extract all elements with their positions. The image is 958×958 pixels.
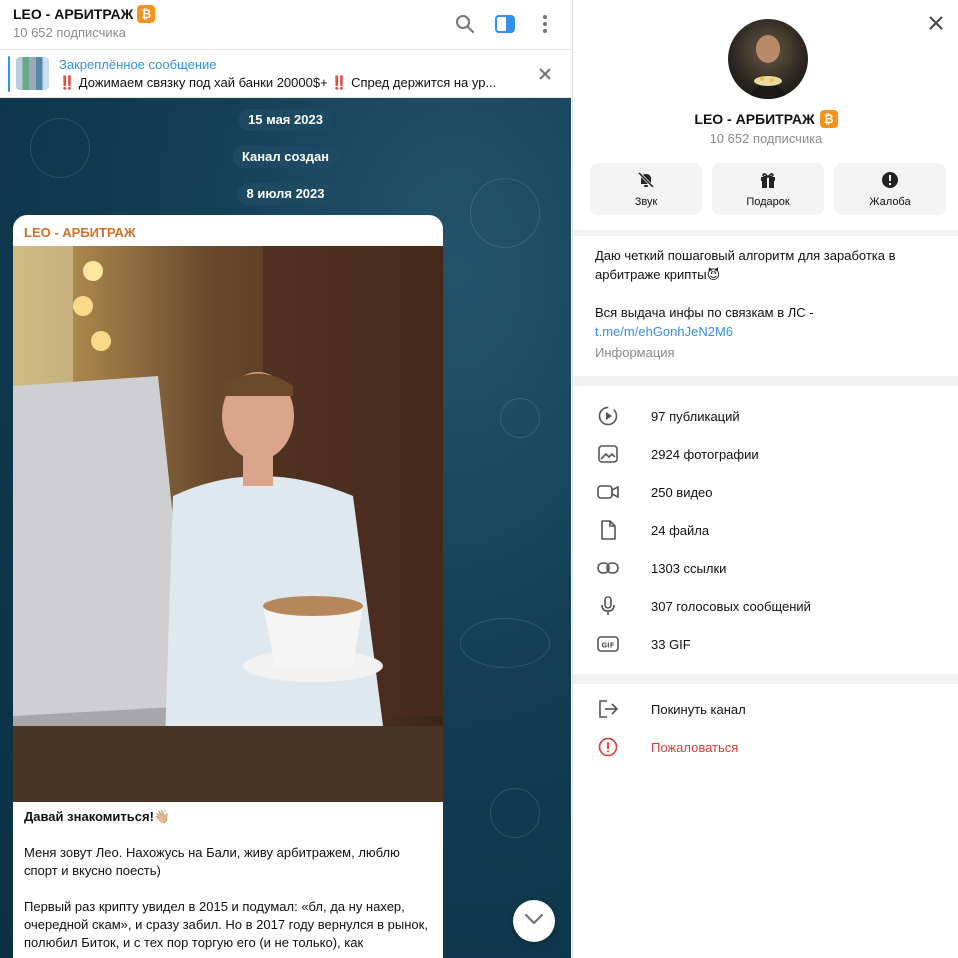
about-caption: Информация [595,345,675,360]
video-icon [597,481,619,503]
pinned-text: ‼️ Дожимаем связку под хай банки 20000$+… [59,75,497,90]
media-stats-card: 97 публикаций 2924 фотографии 250 видео … [573,386,958,674]
stat-photos[interactable]: 2924 фотографии [573,435,958,473]
channel-title-text: LEO - АРБИТРАЖ [13,6,134,22]
sidebar-toggle-icon[interactable] [493,12,517,36]
posts-icon [597,405,619,427]
service-message-channel-created: Канал создан [231,146,340,168]
stat-label: 33 GIF [651,636,691,652]
chat-subscribers: 10 652 подписчика [13,25,126,40]
chat-pane: LEO - АРБИТРАЖ ₿ 10 652 подписчика Закре… [0,0,571,958]
about-description: Даю четкий пошаговый алгоритм для зарабо… [595,248,896,282]
file-icon [597,519,619,541]
report-channel-button[interactable]: Пожаловаться [573,728,958,766]
about-contact: Вся выдача инфы по связкам в ЛС - [595,305,814,320]
exit-icon [597,698,619,720]
mic-icon [597,595,619,617]
leave-channel-button[interactable]: Покинуть канал [573,690,958,728]
leave-channel-label: Покинуть канал [651,701,746,717]
about-card: Даю четкий пошаговый алгоритм для зарабо… [573,236,958,376]
stat-label: 1303 ссылки [651,560,727,576]
message-paragraph: Меня зовут Лео. Нахожусь на Бали, живу а… [24,845,400,878]
warning-icon [597,736,619,758]
message-text: Давай знакомиться!👋🏼 Меня зовут Лео. Нах… [24,808,434,958]
more-menu-icon[interactable] [533,12,557,36]
stat-posts[interactable]: 97 публикаций [573,397,958,435]
message-heading: Давай знакомиться!👋🏼 [24,809,171,824]
photo-icon [597,443,619,465]
date-separator: 8 июля 2023 [236,183,335,205]
gift-label: Подарок [746,195,790,208]
chat-header[interactable]: LEO - АРБИТРАЖ ₿ 10 652 подписчика [0,0,571,50]
message-author[interactable]: LEO - АРБИТРАЖ [24,225,136,240]
date-separator: 15 мая 2023 [238,109,333,131]
background-doodle [500,398,540,438]
pinned-indicator [8,56,10,92]
background-doodle [460,618,550,668]
svg-text:GIF: GIF [601,642,614,650]
pinned-thumbnail [16,57,49,90]
chevron-down-icon [524,912,544,930]
report-action-button[interactable]: Жалоба [834,163,946,215]
close-icon[interactable] [925,12,947,34]
mute-label: Звук [634,195,658,208]
channel-actions-card: Покинуть канал Пожаловаться [573,684,958,958]
alert-icon [881,171,899,192]
report-label: Жалоба [869,195,911,208]
profile-header-card: LEO - АРБИТРАЖ ₿ 10 652 подписчика Звук … [573,0,958,230]
link-icon [597,557,619,579]
chat-title[interactable]: LEO - АРБИТРАЖ ₿ [13,5,156,23]
close-pinned-icon[interactable] [535,64,555,84]
stat-label: 97 публикаций [651,408,740,424]
profile-subscribers: 10 652 подписчика [709,131,823,146]
bitcoin-icon: ₿ [819,110,838,128]
stat-voice[interactable]: 307 голосовых сообщений [573,587,958,625]
stat-label: 24 файла [651,522,710,538]
stat-gifs[interactable]: GIF 33 GIF [573,625,958,663]
mute-button[interactable]: Звук [590,163,702,215]
stat-videos[interactable]: 250 видео [573,473,958,511]
avatar[interactable] [728,19,808,99]
gift-button[interactable]: Подарок [712,163,824,215]
background-doodle [30,118,90,178]
stat-label: 2924 фотографии [651,446,759,462]
stat-files[interactable]: 24 файла [573,511,958,549]
profile-title: LEO - АРБИТРАЖ ₿ [573,110,958,128]
stat-label: 307 голосовых сообщений [651,598,811,614]
bell-off-icon [637,171,655,192]
gift-icon [759,171,777,192]
search-icon[interactable] [453,12,477,36]
about-link[interactable]: t.me/m/ehGonhJeN2M6 [595,322,935,341]
background-doodle [470,178,540,248]
stat-links[interactable]: 1303 ссылки [573,549,958,587]
report-channel-label: Пожаловаться [651,739,739,755]
bitcoin-icon: ₿ [137,5,156,23]
scroll-down-button[interactable] [513,900,555,942]
stat-label: 250 видео [651,484,713,500]
message-photo[interactable] [13,246,443,802]
pinned-label: Закреплённое сообщение [59,57,217,72]
profile-panel: LEO - АРБИТРАЖ ₿ 10 652 подписчика Звук … [572,0,958,958]
pinned-message-bar[interactable]: Закреплённое сообщение ‼️ Дожимаем связк… [0,50,571,98]
profile-title-text: LEO - АРБИТРАЖ [694,111,815,127]
background-doodle [490,788,540,838]
gif-icon: GIF [597,633,619,655]
message-paragraph: Первый раз крипту увидел в 2015 и подума… [24,899,428,950]
message-bubble[interactable]: LEO - АРБИТРАЖ Давай знакомиться!👋🏼 Меня… [13,215,443,958]
